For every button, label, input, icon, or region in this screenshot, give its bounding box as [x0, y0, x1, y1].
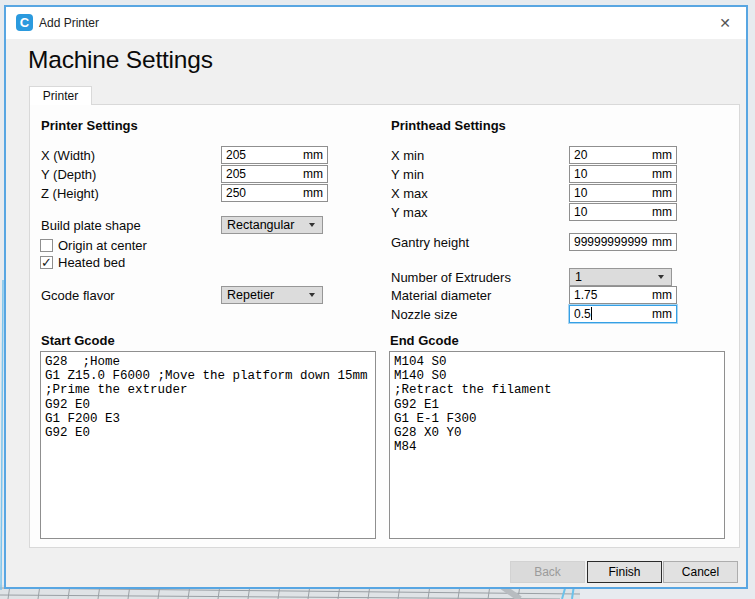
heated-bed-label: Heated bed [58, 255, 125, 270]
start-gcode-title: Start Gcode [41, 333, 115, 348]
nozzle-size-label: Nozzle size [391, 307, 457, 322]
chevron-down-icon [309, 223, 315, 227]
y-max-input[interactable]: 10 mm [569, 203, 677, 221]
chevron-down-icon [309, 293, 315, 297]
add-printer-dialog: C Add Printer ✕ Machine Settings Printer… [4, 5, 748, 589]
number-of-extruders-select[interactable]: 1 [569, 268, 672, 286]
y-min-input[interactable]: 10 mm [569, 165, 677, 183]
material-diameter-input[interactable]: 1.75 mm [569, 286, 677, 304]
nozzle-size-input[interactable]: 0.5 mm [569, 305, 677, 323]
gantry-height-input[interactable]: 99999999999 mm [569, 233, 677, 251]
build-plate-shape-select[interactable]: Rectangular [221, 216, 323, 234]
tab-printer[interactable]: Printer [29, 86, 92, 105]
build-plate-shape-label: Build plate shape [41, 218, 141, 233]
z-height-label: Z (Height) [41, 186, 99, 201]
printer-settings-title: Printer Settings [41, 118, 138, 133]
page-title: Machine Settings [28, 46, 213, 74]
x-width-input[interactable]: 205 mm [221, 146, 328, 164]
y-min-label: Y min [391, 167, 424, 182]
cura-logo-icon: C [16, 14, 33, 31]
printhead-settings-title: Printhead Settings [391, 118, 506, 133]
origin-at-center-checkbox[interactable]: Origin at center [40, 238, 147, 253]
material-diameter-label: Material diameter [391, 288, 491, 303]
text-caret [591, 307, 592, 320]
gcode-flavor-label: Gcode flavor [41, 288, 115, 303]
close-icon[interactable]: ✕ [716, 14, 734, 32]
gantry-height-label: Gantry height [391, 235, 469, 250]
end-gcode-title: End Gcode [390, 333, 459, 348]
x-min-input[interactable]: 20 mm [569, 146, 677, 164]
y-depth-label: Y (Depth) [41, 167, 96, 182]
checkbox-checked[interactable]: ✓ [40, 256, 53, 269]
y-max-label: Y max [391, 205, 428, 220]
chevron-down-icon [658, 275, 664, 279]
dialog-titlebar[interactable]: C Add Printer ✕ [6, 7, 746, 39]
number-of-extruders-label: Number of Extruders [391, 270, 511, 285]
gcode-flavor-select[interactable]: Repetier [221, 286, 323, 304]
z-height-input[interactable]: 250 mm [221, 184, 328, 202]
checkbox-unchecked[interactable] [40, 239, 53, 252]
heated-bed-checkbox[interactable]: ✓ Heated bed [40, 255, 125, 270]
cancel-button[interactable]: Cancel [663, 561, 738, 583]
settings-panel: Printer Settings X (Width) 205 mm Y (Dep… [29, 104, 740, 548]
x-min-label: X min [391, 148, 424, 163]
end-gcode-textarea[interactable]: M104 S0 M140 S0 ;Retract the filament G9… [389, 351, 725, 539]
x-max-input[interactable]: 10 mm [569, 184, 677, 202]
back-button[interactable]: Back [510, 561, 585, 583]
origin-at-center-label: Origin at center [58, 238, 147, 253]
dialog-title: Add Printer [39, 16, 99, 30]
x-max-label: X max [391, 186, 428, 201]
y-depth-input[interactable]: 205 mm [221, 165, 328, 183]
finish-button[interactable]: Finish [587, 561, 662, 583]
start-gcode-textarea[interactable]: G28 ;Home G1 Z15.0 F6000 ;Move the platf… [40, 351, 376, 539]
x-width-label: X (Width) [41, 148, 95, 163]
